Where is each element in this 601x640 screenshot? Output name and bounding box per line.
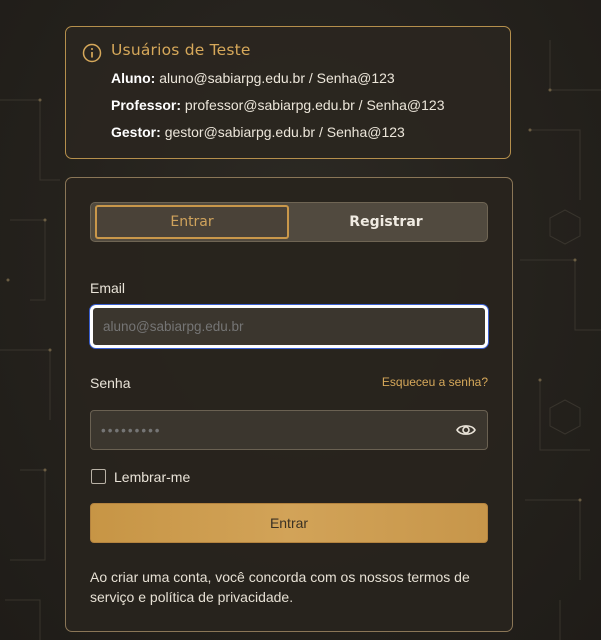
test-users-title: Usuários de Teste — [111, 41, 251, 59]
eye-icon[interactable] — [456, 421, 476, 439]
login-submit-button[interactable]: Entrar — [90, 503, 488, 543]
password-label: Senha — [90, 375, 131, 391]
tab-login[interactable]: Entrar — [95, 205, 289, 239]
forgot-password-link[interactable]: Esqueceu a senha? — [382, 375, 488, 389]
credential-gestor: Gestor: gestor@sabiarpg.edu.br / Senha@1… — [111, 124, 405, 140]
remember-me-label: Lembrar-me — [114, 469, 191, 485]
tab-register[interactable]: Registrar — [289, 205, 483, 239]
email-input[interactable] — [90, 305, 488, 348]
auth-tabs: Entrar Registrar — [90, 202, 488, 242]
info-circle-icon — [82, 43, 102, 63]
auth-card: Entrar Registrar Email Senha Esqueceu a … — [65, 177, 513, 632]
email-label: Email — [90, 280, 126, 296]
credential-professor: Professor: professor@sabiarpg.edu.br / S… — [111, 97, 445, 113]
credential-aluno: Aluno: aluno@sabiarpg.edu.br / Senha@123 — [111, 70, 395, 86]
test-users-panel: Usuários de Teste Aluno: aluno@sabiarpg.… — [65, 26, 511, 159]
remember-me-checkbox[interactable] — [91, 469, 106, 484]
terms-text: Ao criar uma conta, você concorda com os… — [90, 569, 470, 605]
password-input[interactable] — [90, 410, 488, 450]
